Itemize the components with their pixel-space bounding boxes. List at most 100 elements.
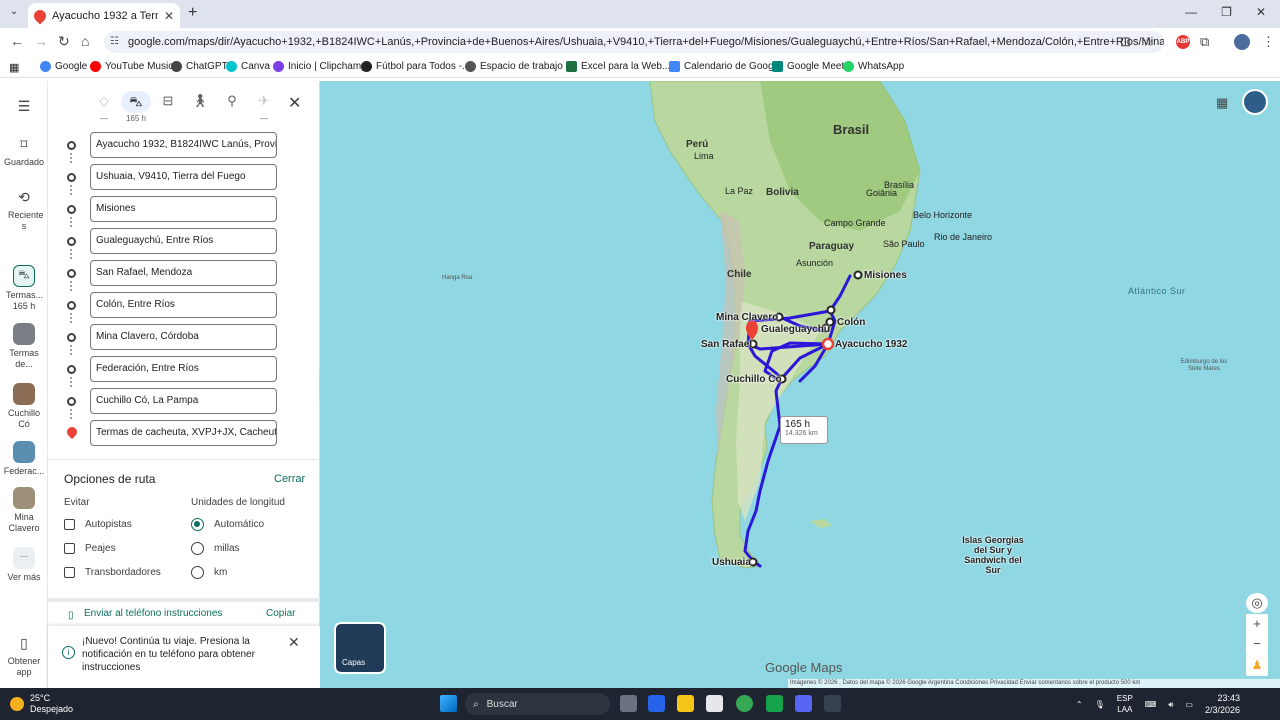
zoom-out-button[interactable]: −: [1246, 634, 1268, 654]
stop-input[interactable]: Misiones: [90, 196, 277, 222]
flight-mode-icon[interactable]: ✈︎: [252, 93, 276, 109]
route-duration-callout[interactable]: 165 h 14.326 km: [780, 416, 828, 444]
stop-input[interactable]: Gualeguaychú, Entre Ríos: [90, 228, 277, 254]
tab-maps[interactable]: Ayacucho 1932 a Termas de ca ✕: [28, 3, 180, 28]
checkbox-box[interactable]: [64, 567, 75, 578]
new-tab-button[interactable]: +: [188, 4, 197, 22]
driving-mode-icon[interactable]: ⛍: [121, 91, 151, 113]
zoom-in-button[interactable]: +: [1246, 614, 1268, 634]
home-icon[interactable]: ⌂: [81, 33, 89, 49]
weather-widget[interactable]: 25°C Despejado: [10, 693, 73, 715]
checkbox-box[interactable]: [64, 519, 75, 530]
task-view-icon[interactable]: [620, 695, 637, 712]
profile-avatar[interactable]: [1234, 34, 1250, 50]
tray-overflow-icon[interactable]: ⌃: [1076, 699, 1083, 710]
stop-input[interactable]: Colón, Entre Ríos: [90, 292, 277, 318]
send-to-phone-link[interactable]: Enviar al teléfono instrucciones: [84, 608, 222, 619]
restore-icon[interactable]: ❐: [1221, 5, 1232, 19]
bookmark-chatgpt[interactable]: ChatGPT: [171, 61, 228, 72]
bookmark-canva[interactable]: Canva: [226, 61, 270, 72]
account-avatar[interactable]: [1242, 89, 1268, 115]
bookmark-excel[interactable]: Excel para la Web...: [566, 61, 670, 72]
rail-trip[interactable]: ⛍ Termas... 165 h: [0, 265, 48, 312]
rail-recent-cuchillo[interactable]: Cuchillo Có: [0, 383, 48, 430]
unit-miles-radio[interactable]: millas: [191, 542, 240, 555]
bookmark-google[interactable]: Google: [40, 61, 87, 72]
avoid-ferries-checkbox[interactable]: Transbordadores: [64, 567, 161, 578]
stop-input[interactable]: Mina Clavero, Córdoba: [90, 324, 277, 350]
tab-search-icon[interactable]: ⌄: [6, 6, 22, 22]
close-directions-icon[interactable]: ✕: [288, 93, 301, 113]
rail-saved[interactable]: ⌑ Guardado: [0, 134, 48, 168]
xbox-icon[interactable]: [766, 695, 783, 712]
walking-mode-icon[interactable]: 🚶︎: [188, 93, 212, 109]
file-explorer-icon[interactable]: [677, 695, 694, 712]
transit-mode-icon[interactable]: ⊟: [156, 93, 180, 109]
rail-recent-federacion[interactable]: Federac...: [0, 441, 48, 477]
copy-link-button[interactable]: Copiar: [266, 608, 295, 619]
adblock-icon[interactable]: ABP: [1176, 35, 1190, 49]
stop-input[interactable]: Ayacucho 1932, B1824IWC Lanús, Provincia: [90, 132, 277, 158]
store-icon[interactable]: [648, 695, 665, 712]
language-indicator[interactable]: ESP LAA: [1117, 693, 1133, 715]
app-icon[interactable]: [824, 695, 841, 712]
menu-button[interactable]: ☰: [0, 96, 48, 119]
rail-recent-mina[interactable]: Mina Clavero: [0, 487, 48, 534]
forward-icon[interactable]: →: [34, 33, 48, 49]
stop-input[interactable]: San Rafael, Mendoza: [90, 260, 277, 286]
bookmark-whatsapp[interactable]: WhatsApp: [843, 61, 904, 72]
tab-close-icon[interactable]: ✕: [164, 9, 174, 23]
map-canvas[interactable]: Brasil Perú Lima La Paz Bolivia Brasília…: [320, 81, 1280, 688]
taskbar-search[interactable]: ⌕ Buscar: [465, 693, 610, 715]
bookmark-youtube-music[interactable]: YouTube Music: [90, 61, 173, 72]
discord-icon[interactable]: [795, 695, 812, 712]
rail-recent-termas[interactable]: Termas de...: [0, 323, 48, 370]
unit-km-radio[interactable]: km: [191, 566, 227, 579]
back-icon[interactable]: ←: [10, 33, 24, 49]
cycling-mode-icon[interactable]: ⚲: [220, 93, 244, 109]
address-bar[interactable]: google.com/maps/dir/Ayacucho+1932,+B1824…: [104, 31, 1164, 53]
layers-button[interactable]: Capas: [334, 622, 386, 674]
rail-get-app[interactable]: ▯ Obtener app: [0, 633, 48, 678]
bookmark-futbol[interactable]: Fútbol para Todos -...: [361, 61, 470, 72]
extensions-icon[interactable]: ⧉: [1200, 34, 1209, 50]
origin-marker[interactable]: [821, 337, 835, 351]
volume-icon[interactable]: 🔊︎: [1168, 699, 1173, 710]
chrome-icon[interactable]: [736, 695, 753, 712]
checkbox-box[interactable]: [64, 543, 75, 554]
avoid-tolls-checkbox[interactable]: Peajes: [64, 543, 116, 554]
stop-input[interactable]: Federación, Entre Ríos: [90, 356, 277, 382]
close-window-icon[interactable]: ✕: [1256, 5, 1266, 19]
menu-icon[interactable]: ⋮: [1262, 34, 1275, 50]
stop-input[interactable]: Ushuaia, V9410, Tierra del Fuego: [90, 164, 277, 190]
stop-input[interactable]: Cuchillo Có, La Pampa: [90, 388, 277, 414]
google-apps-icon[interactable]: ▦: [1216, 95, 1228, 111]
pegman-icon[interactable]: ♟: [1246, 654, 1268, 676]
radio-selected[interactable]: [191, 518, 204, 531]
route-options-close-button[interactable]: Cerrar: [274, 473, 305, 485]
unit-auto-radio[interactable]: Automático: [191, 518, 264, 531]
notepad-icon[interactable]: [706, 695, 723, 712]
stop-input[interactable]: Termas de cacheuta, XVPJ+JX, Cacheuta: [90, 420, 277, 446]
bookmark-meet[interactable]: Google Meet: [772, 61, 844, 72]
rail-more[interactable]: ··· Ver más: [0, 547, 48, 583]
best-mode-icon[interactable]: ◇: [92, 93, 116, 109]
radio[interactable]: [191, 566, 204, 579]
site-info-icon[interactable]: ☷: [110, 36, 119, 47]
network-icon[interactable]: ⌨: [1145, 699, 1157, 710]
bookmark-espacio[interactable]: Espacio de trabajo |...: [465, 61, 577, 72]
bookmark-clipchamp[interactable]: Inicio | Clipchamp: [273, 61, 367, 72]
notice-close-icon[interactable]: ✕: [288, 634, 300, 651]
avoid-highways-checkbox[interactable]: Autopistas: [64, 519, 132, 530]
bookmark-calendar[interactable]: Calendario de Goog...: [669, 61, 782, 72]
reload-icon[interactable]: ↻: [58, 33, 70, 50]
install-app-icon[interactable]: ⊡: [1120, 34, 1131, 50]
bookmark-star-icon[interactable]: ☆: [1142, 34, 1154, 50]
radio[interactable]: [191, 542, 204, 555]
clock[interactable]: 23:43 2/3/2026: [1205, 692, 1240, 716]
minimize-icon[interactable]: —: [1185, 5, 1197, 19]
battery-icon[interactable]: ▭: [1185, 699, 1193, 710]
rail-recent[interactable]: ⟲ Reciente s: [0, 187, 48, 232]
my-location-icon[interactable]: ◎: [1246, 593, 1268, 613]
mic-icon[interactable]: 🎙︎: [1095, 699, 1105, 710]
